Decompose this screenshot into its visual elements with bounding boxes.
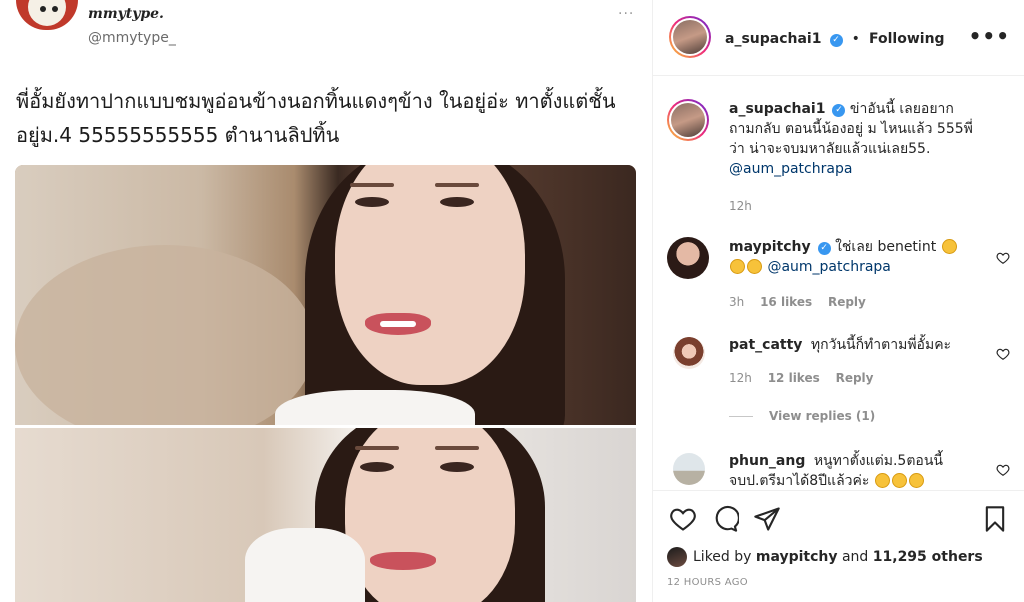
tweet-photo-bottom [15,428,636,602]
verified-icon: ✓ [829,34,843,47]
separator: • [851,31,860,47]
comment-likes[interactable]: 16 likes [760,295,812,309]
tweet-display-name: mmytype. [88,6,164,22]
comment-username[interactable]: a_supachai1 [729,101,825,117]
likes-others[interactable]: 11,295 others [873,549,983,565]
author-username[interactable]: a_supachai1 [725,31,821,47]
comments-list[interactable]: a_supachai1 ✓ ข่าอันนี้ เลยอยากถามกลับ ตอ… [653,77,1024,490]
post-media[interactable]: mmytype. @mmytype_ ··· พี่อั้มยังทาปากแบ… [0,0,653,602]
comment-avatar[interactable] [673,453,705,485]
laughing-emoji-icon [941,239,957,254]
like-comment-heart-icon[interactable] [996,251,1010,265]
comment-mention[interactable]: @aum_patchrapa [729,161,852,177]
tweet-photo-top [15,165,636,425]
post-time[interactable]: 12 HOURS AGO [667,577,748,588]
comment-username[interactable]: pat_catty [729,337,802,353]
laughing-emoji-icon [730,259,745,274]
comments-panel: a_supachai1 ✓ • Following ••• a_supachai… [653,0,1024,602]
laughing-emoji-icon [747,259,762,274]
author-avatar[interactable] [669,16,711,58]
comment-likes[interactable]: 12 likes [768,371,820,385]
comment-time[interactable]: 12h [729,371,752,385]
emoji-icon [891,473,907,488]
comment-text: ทุกวันนี้ก็ทำตามพี่อั้มคะ [810,337,952,353]
reply-button[interactable]: Reply [828,295,866,309]
instagram-post-view: mmytype. @mmytype_ ··· พี่อั้มยังทาปากแบ… [0,0,1024,602]
post-actions: Liked by maypitchy and 11,295 others 12 … [653,490,1024,602]
tweet-text: พี่อั้มยังทาปากแบบชมพูอ่อนข้างนอกทิ้นแดง… [16,89,616,147]
comment-username[interactable]: phun_ang [729,453,805,469]
tweet-avatar [16,0,78,30]
reply-button[interactable]: Reply [836,371,874,385]
tweet-handle: @mmytype_ [88,30,176,46]
comment-mention[interactable]: @aum_patchrapa [767,259,890,275]
view-replies-button[interactable]: View replies (1) [729,409,875,423]
comment-avatar[interactable] [667,99,709,141]
likes-summary[interactable]: Liked by maypitchy and 11,295 others [667,545,983,569]
verified-icon: ✓ [832,104,846,117]
likes-prefix: Liked by [693,549,752,565]
like-comment-heart-icon[interactable] [996,347,1010,361]
verified-icon: ✓ [817,242,831,255]
share-icon[interactable] [753,505,781,533]
comment-time[interactable]: 12h [729,199,752,213]
emoji-icon [874,473,890,488]
likes-conj: and [841,549,869,565]
bookmark-icon[interactable] [981,505,1009,533]
emoji-icon [908,473,924,488]
tweet-more-icon: ··· [618,6,635,22]
liker-username[interactable]: maypitchy [756,549,838,565]
comment-avatar[interactable] [673,337,705,369]
comment-time[interactable]: 3h [729,295,744,309]
comment-username[interactable]: maypitchy [729,239,811,255]
liker-avatar [667,547,687,567]
heart-icon[interactable] [669,505,697,533]
following-button[interactable]: Following [869,31,945,47]
comment-icon[interactable] [711,505,739,533]
comment-avatar[interactable] [667,237,709,279]
more-icon[interactable]: ••• [969,24,1010,48]
post-header: a_supachai1 ✓ • Following ••• [653,0,1024,76]
like-comment-heart-icon[interactable] [996,463,1010,477]
comment-text: ใช่เลย benetint [835,239,937,255]
